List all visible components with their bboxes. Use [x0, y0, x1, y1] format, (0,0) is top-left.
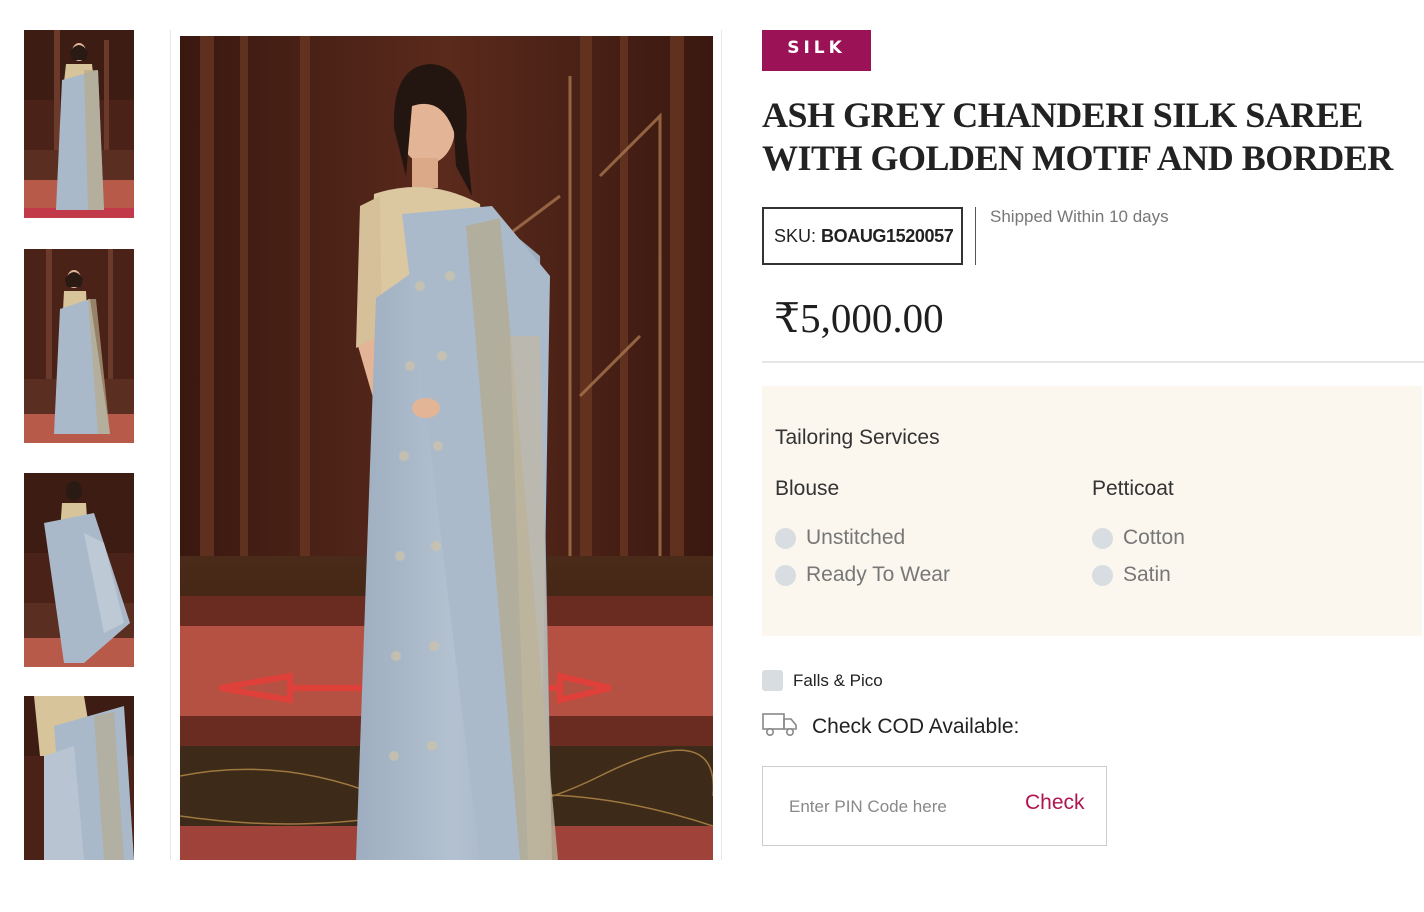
delivery-truck-icon: [762, 710, 798, 743]
petticoat-option-cotton[interactable]: Cotton: [1092, 526, 1185, 550]
pin-code-input[interactable]: [789, 795, 1009, 819]
tailoring-title: Tailoring Services: [775, 426, 940, 449]
petticoat-option-satin[interactable]: Satin: [1092, 563, 1171, 587]
radio-button[interactable]: [775, 527, 796, 549]
radio-button[interactable]: [775, 564, 796, 586]
pin-code-box: Check: [762, 766, 1107, 846]
product-price: ₹5,000.00: [774, 295, 944, 341]
option-label: Cotton: [1123, 526, 1185, 549]
gallery-divider: [170, 30, 171, 860]
radio-button[interactable]: [1092, 564, 1113, 586]
sku-divider: [975, 207, 976, 265]
thumbnail-4[interactable]: [24, 696, 134, 860]
falls-pico-option[interactable]: Falls & Pico: [762, 670, 883, 691]
option-label: Ready To Wear: [806, 563, 950, 586]
sku-label: SKU:: [774, 226, 817, 246]
cod-check-row: Check COD Available:: [762, 710, 1019, 743]
image-divider: [721, 30, 722, 860]
price-divider: [762, 361, 1424, 363]
cod-label: Check COD Available:: [812, 714, 1020, 738]
tailoring-services-panel: Tailoring Services Blouse Unstitched Rea…: [762, 386, 1422, 636]
radio-button[interactable]: [1092, 527, 1113, 549]
category-badge[interactable]: SILK: [762, 30, 871, 71]
falls-pico-label: Falls & Pico: [793, 670, 883, 690]
shipping-info: Shipped Within 10 days: [990, 207, 1169, 226]
sku-value: BOAUG1520057: [821, 226, 954, 246]
petticoat-title: Petticoat: [1092, 477, 1174, 500]
product-title: ASH GREY CHANDERI SILK SAREE WITH GOLDEN…: [762, 95, 1393, 178]
blouse-option-unstitched[interactable]: Unstitched: [775, 526, 905, 550]
check-pin-button[interactable]: Check: [1025, 791, 1085, 815]
blouse-option-ready-to-wear[interactable]: Ready To Wear: [775, 563, 950, 587]
main-product-image[interactable]: [180, 36, 713, 860]
blouse-title: Blouse: [775, 477, 840, 500]
thumbnail-1[interactable]: [24, 30, 134, 218]
sku-box: SKU: BOAUG1520057: [762, 207, 963, 265]
falls-pico-checkbox[interactable]: [762, 670, 783, 691]
option-label: Satin: [1123, 563, 1171, 586]
thumbnail-3[interactable]: [24, 473, 134, 667]
option-label: Unstitched: [806, 526, 906, 549]
thumbnail-2[interactable]: [24, 249, 134, 443]
